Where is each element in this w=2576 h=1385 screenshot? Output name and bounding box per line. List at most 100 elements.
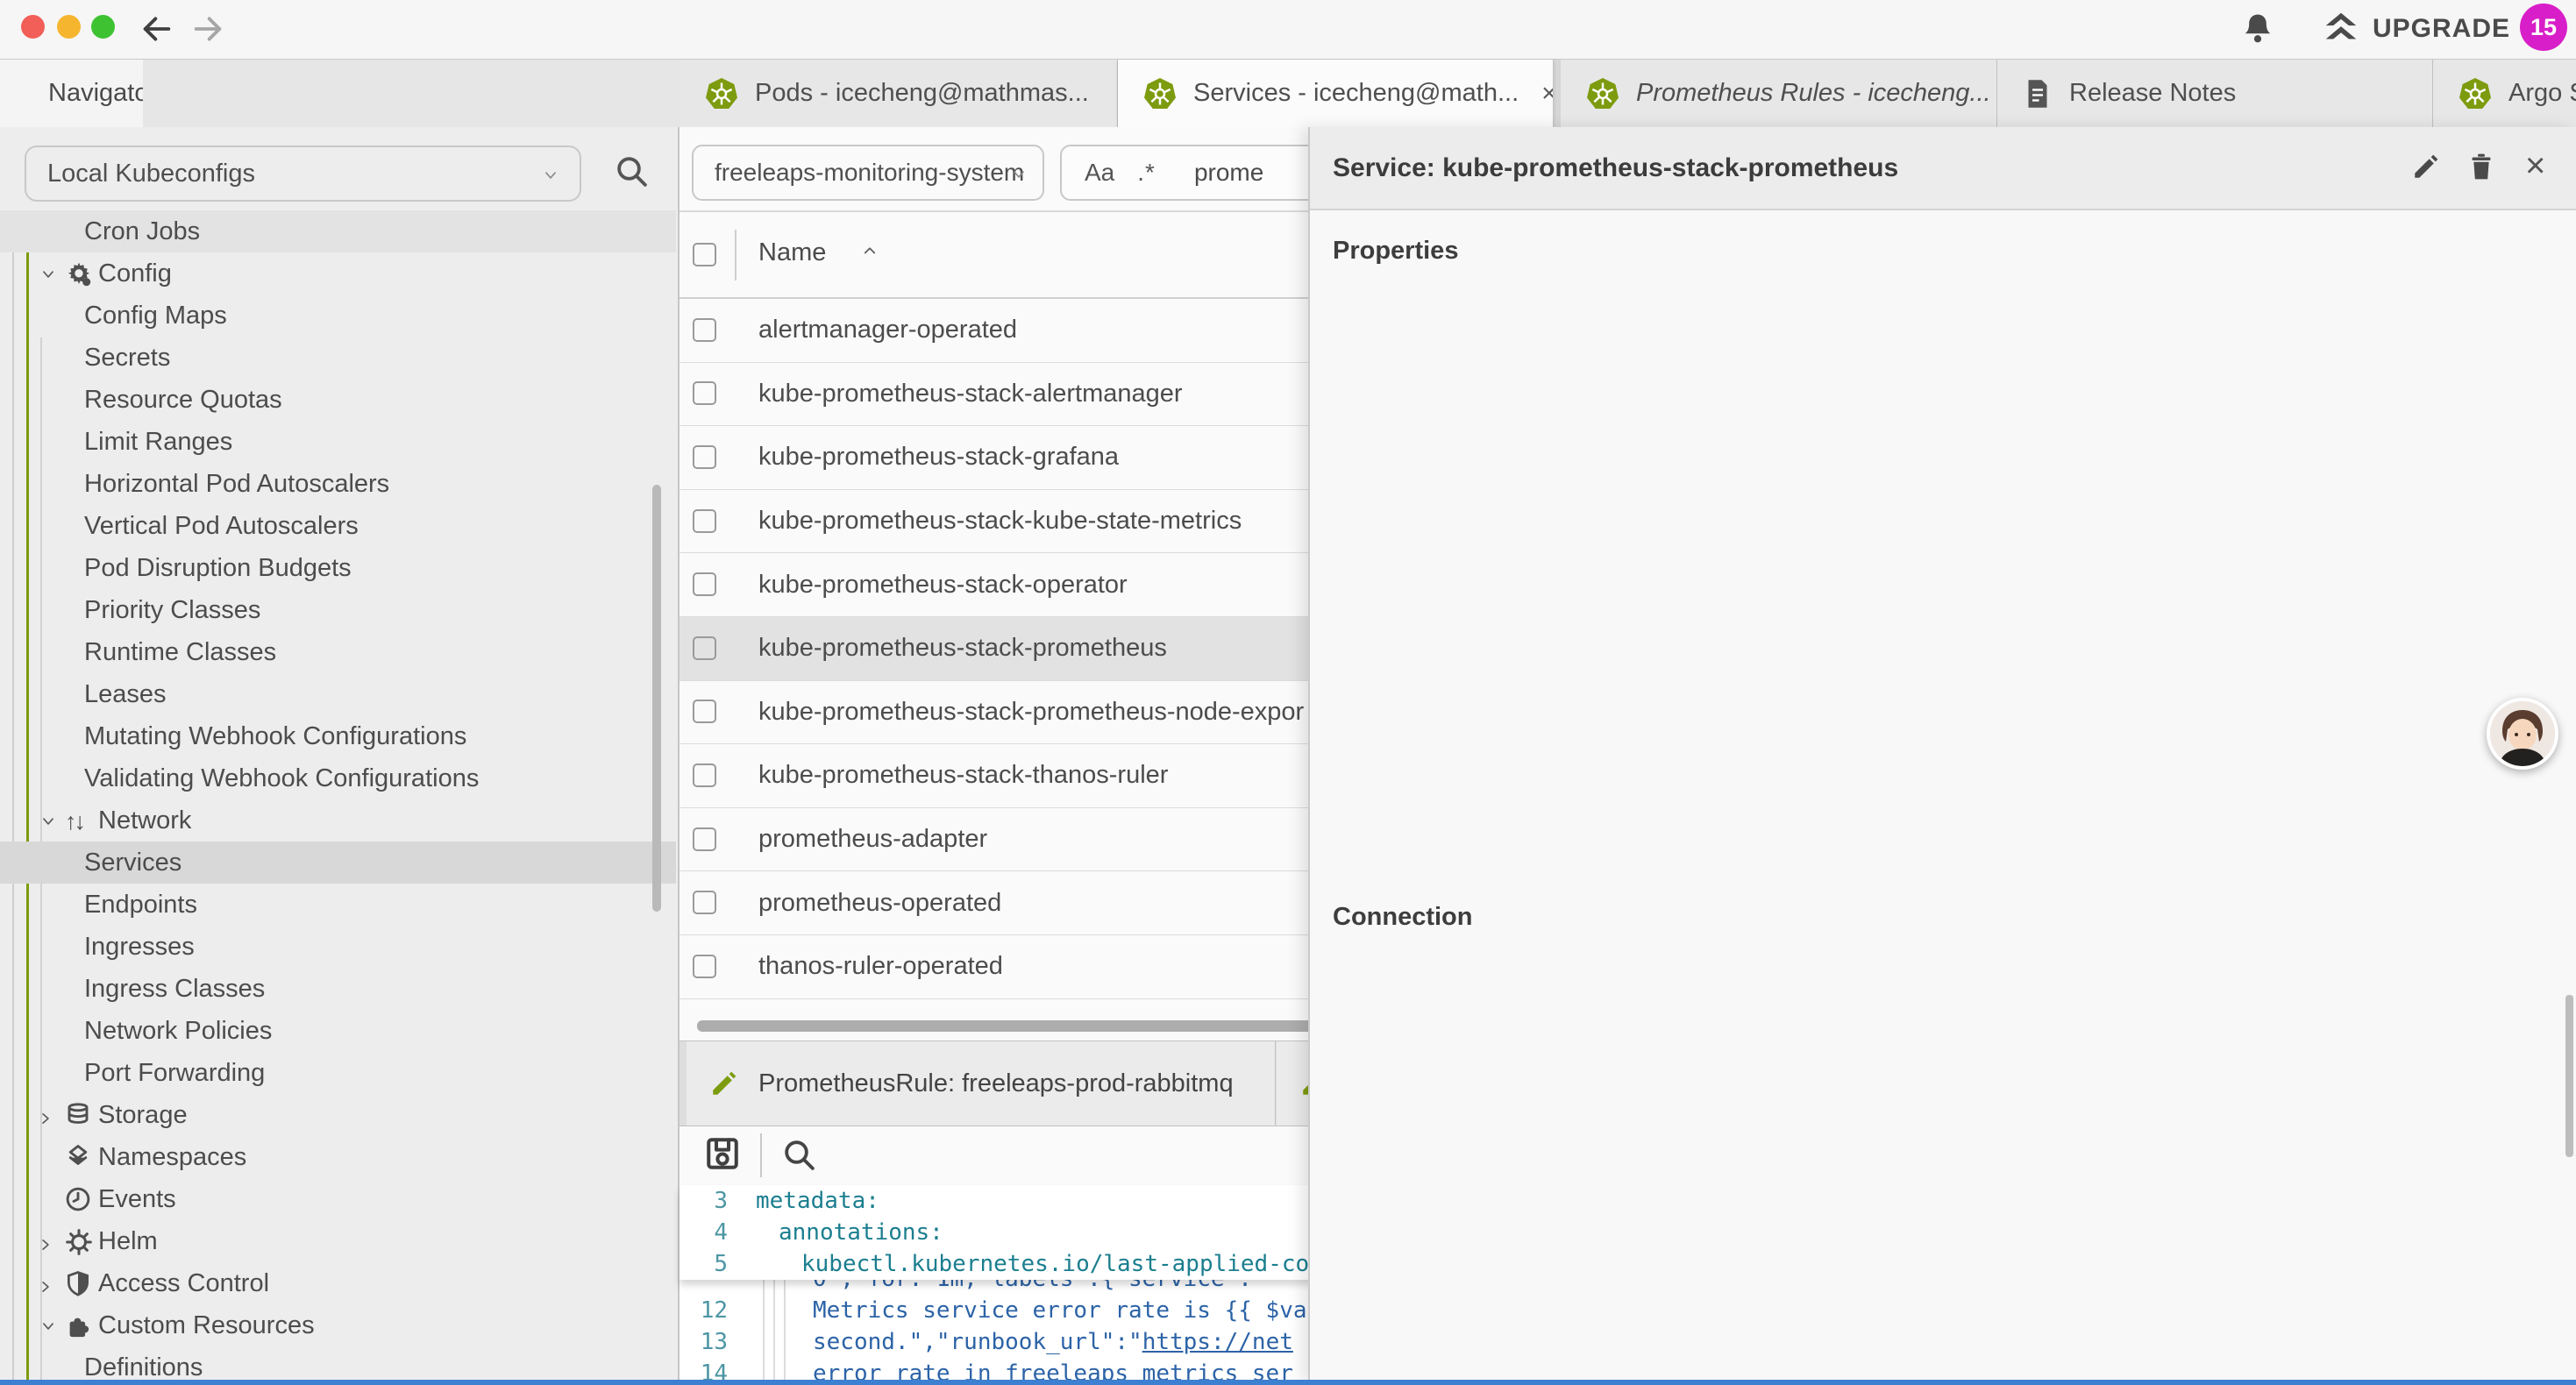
service-detail-panel: Service: kube-prometheus-stack-prometheu… [1308, 127, 2576, 1385]
sidebar-item-storage[interactable]: Storage [0, 1094, 676, 1136]
sidebar-item-ingress-classes[interactable]: Ingress Classes [0, 968, 676, 1010]
sidebar-item-horizontal-pod-autoscalers[interactable]: Horizontal Pod Autoscalers [0, 463, 676, 505]
chevron-right-icon[interactable] [39, 1109, 53, 1128]
kubernetes-icon [2458, 76, 2493, 111]
regex-toggle[interactable]: .* [1137, 159, 1156, 187]
section-title-properties: Properties [1310, 237, 1458, 266]
row-checkbox[interactable] [693, 509, 716, 533]
sidebar-item-helm[interactable]: Helm [0, 1220, 676, 1262]
row-checkbox[interactable] [693, 764, 716, 787]
edit-pencil-icon[interactable] [2411, 152, 2441, 181]
close-tab-icon[interactable]: × [1541, 79, 1554, 109]
sidebar-item-runtime-classes[interactable]: Runtime Classes [0, 631, 676, 673]
row-checkbox[interactable] [693, 891, 716, 914]
service-name: prometheus-adapter [758, 825, 987, 854]
minimize-window-button[interactable] [57, 15, 81, 39]
sidebar-search-icon[interactable] [614, 153, 649, 188]
navigator-panel-title: Navigator [48, 79, 157, 108]
tab-label: Argo Se [2508, 79, 2576, 108]
navigator-panel-tab[interactable]: Navigator [0, 60, 143, 127]
detail-scrollbar[interactable] [2565, 995, 2573, 1157]
sidebar-item-leases[interactable]: Leases [0, 673, 676, 715]
divider [760, 1133, 762, 1177]
close-icon[interactable]: × [2525, 146, 2545, 186]
sidebar-item-access-control[interactable]: Access Control [0, 1262, 676, 1304]
sidebar-item-limit-ranges[interactable]: Limit Ranges [0, 421, 676, 463]
select-all-checkbox[interactable] [693, 243, 716, 266]
zoom-window-button[interactable] [91, 15, 115, 39]
sidebar-item-events[interactable]: Events [0, 1178, 676, 1220]
row-checkbox[interactable] [693, 381, 716, 405]
tab-services-icecheng-math[interactable]: Services - icecheng@math...× [1118, 60, 1554, 127]
sidebar-item-cron-jobs[interactable]: Cron Jobs [0, 210, 676, 252]
row-checkbox[interactable] [693, 572, 716, 596]
notification-count-badge[interactable]: 15 [2520, 4, 2567, 51]
close-window-button[interactable] [21, 15, 45, 39]
sidebar-item-resource-quotas[interactable]: Resource Quotas [0, 379, 676, 421]
presenter-avatar[interactable] [2487, 698, 2558, 770]
sidebar-item-endpoints[interactable]: Endpoints [0, 884, 676, 926]
sidebar-item-services[interactable]: Services [0, 842, 676, 884]
sidebar-item-vertical-pod-autoscalers[interactable]: Vertical Pod Autoscalers [0, 505, 676, 547]
chevron-right-icon[interactable] [39, 1235, 53, 1254]
kubeconfig-selector[interactable]: Local Kubeconfigs [25, 146, 581, 202]
row-checkbox[interactable] [693, 955, 716, 978]
sidebar-scrollbar[interactable] [652, 485, 661, 912]
sidebar-item-custom-resources[interactable]: Custom Resources [0, 1304, 676, 1346]
tab-argo-se[interactable]: Argo Se [2433, 60, 2576, 127]
row-checkbox[interactable] [693, 445, 716, 469]
row-checkbox[interactable] [693, 318, 716, 342]
name-column-header[interactable]: Name [758, 238, 826, 267]
save-icon[interactable] [704, 1135, 741, 1172]
sidebar-item-label: Events [98, 1185, 176, 1214]
database-icon [65, 1102, 91, 1128]
sidebar-item-network-policies[interactable]: Network Policies [0, 1010, 676, 1052]
chevron-down-icon[interactable] [39, 1319, 58, 1333]
sidebar-item-priority-classes[interactable]: Priority Classes [0, 589, 676, 631]
sidebar-item-ingresses[interactable]: Ingresses [0, 926, 676, 968]
sidebar-item-network[interactable]: ↑↓Network [0, 799, 676, 842]
sidebar-item-pod-disruption-budgets[interactable]: Pod Disruption Budgets [0, 547, 676, 589]
service-name: kube-prometheus-stack-thanos-ruler [758, 761, 1168, 790]
tab-pods-icecheng-mathmas[interactable]: Pods - icecheng@mathmas... [680, 60, 1118, 127]
sidebar-item-label: Limit Ranges [84, 428, 232, 457]
namespace-selector[interactable]: freeleaps-monitoring-system [692, 145, 1044, 201]
service-name: kube-prometheus-stack-operator [758, 571, 1128, 600]
sidebar-item-label: Endpoints [84, 891, 197, 920]
tab-release-notes[interactable]: Release Notes [1997, 60, 2433, 127]
sort-ascending-icon[interactable] [859, 244, 880, 259]
kubernetes-icon [704, 76, 739, 111]
sidebar-item-label: Network Policies [84, 1017, 272, 1046]
sidebar-item-namespaces[interactable]: Namespaces [0, 1136, 676, 1178]
chevron-right-icon[interactable] [39, 1277, 53, 1296]
sidebar-item-mutating-webhook-configurations[interactable]: Mutating Webhook Configurations [0, 715, 676, 757]
chevron-down-icon[interactable] [39, 267, 58, 281]
delete-trash-icon[interactable] [2467, 152, 2495, 181]
namespace-selector-value: freeleaps-monitoring-system [715, 159, 1024, 187]
sidebar-item-label: Ingress Classes [84, 975, 265, 1004]
sidebar-item-config-maps[interactable]: Config Maps [0, 295, 676, 337]
forward-icon[interactable] [189, 11, 226, 46]
puzzle-icon [65, 1312, 91, 1339]
row-checkbox[interactable] [693, 700, 716, 723]
row-checkbox[interactable] [693, 827, 716, 851]
sidebar-item-port-forwarding[interactable]: Port Forwarding [0, 1052, 676, 1094]
sidebar-item-config[interactable]: Config [0, 252, 676, 295]
match-case-toggle[interactable]: Aa [1085, 159, 1114, 187]
row-checkbox[interactable] [693, 636, 716, 660]
sidebar-item-label: Validating Webhook Configurations [84, 764, 479, 793]
sidebar-item-label: Namespaces [98, 1143, 246, 1172]
upgrade-button[interactable]: UPGRADE [2373, 14, 2510, 44]
chevron-down-icon[interactable] [39, 814, 58, 828]
sidebar-item-label: Ingresses [84, 933, 195, 962]
editor-tab-prometheusrule-freeleaps-prod-rabbitmq[interactable]: PrometheusRule: freeleaps-prod-rabbitmq [687, 1041, 1276, 1126]
sidebar-item-secrets[interactable]: Secrets [0, 337, 676, 379]
tab-prometheus-rules-icecheng[interactable]: Prometheus Rules - icecheng... [1561, 60, 1997, 127]
sidebar-item-label: Access Control [98, 1269, 269, 1298]
notifications-bell-icon[interactable] [2241, 11, 2274, 48]
back-icon[interactable] [139, 11, 175, 46]
sidebar-item-label: Storage [98, 1101, 188, 1130]
editor-search-icon[interactable] [781, 1137, 816, 1172]
sidebar-item-validating-webhook-configurations[interactable]: Validating Webhook Configurations [0, 757, 676, 799]
resource-tree: Cron JobsConfigConfig MapsSecretsResourc… [0, 210, 676, 1385]
